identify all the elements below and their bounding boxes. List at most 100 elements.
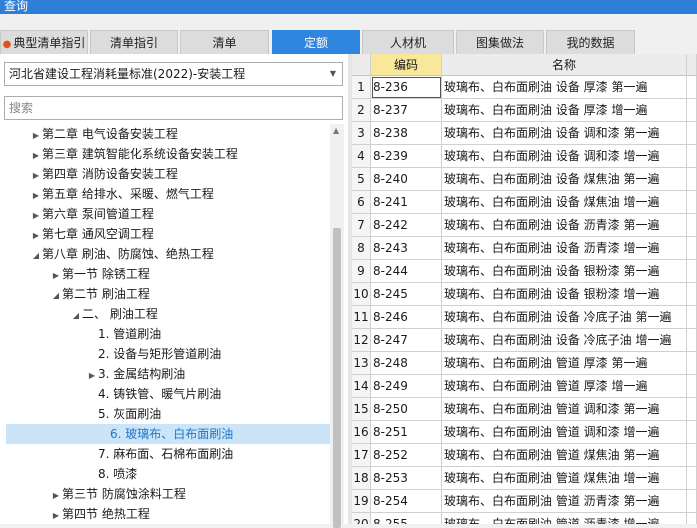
table-row[interactable]: 16 8-251 玻璃布、白布面刷油 管道 调和漆 增一遍 [352, 421, 697, 444]
tree-node[interactable]: ◢ 第八章 刷油、防腐蚀、绝热工程 [0, 244, 330, 264]
code-cell[interactable]: 8-238 [371, 122, 442, 145]
expand-arrow-icon[interactable]: ▶ [50, 506, 62, 524]
scroll-up-icon[interactable]: ▲ [333, 126, 339, 135]
collapse-arrow-icon[interactable]: ◢ [70, 306, 82, 326]
extra-cell[interactable] [687, 398, 697, 421]
extra-cell[interactable] [687, 260, 697, 283]
code-cell[interactable]: 8-236 [371, 76, 442, 99]
tree-node[interactable]: ▶ 第六章 泵间管道工程 [0, 204, 330, 224]
table-row[interactable]: 6 8-241 玻璃布、白布面刷油 设备 煤焦油 增一遍 [352, 191, 697, 214]
expand-arrow-icon[interactable]: ▶ [30, 206, 42, 226]
table-row[interactable]: 20 8-255 玻璃布、白布面刷油 管道 沥青漆 增一遍 [352, 513, 697, 524]
table-row[interactable]: 4 8-239 玻璃布、白布面刷油 设备 调和漆 增一遍 [352, 145, 697, 168]
extra-cell[interactable] [687, 421, 697, 444]
extra-cell[interactable] [687, 76, 697, 99]
row-number-cell[interactable]: 10 [352, 283, 371, 306]
table-row[interactable]: 7 8-242 玻璃布、白布面刷油 设备 沥青漆 第一遍 [352, 214, 697, 237]
name-cell[interactable]: 玻璃布、白布面刷油 设备 煤焦油 第一遍 [442, 168, 687, 191]
code-cell[interactable]: 8-253 [371, 467, 442, 490]
tree-node[interactable]: ▶ 第三节 防腐蚀涂料工程 [0, 484, 330, 504]
table-row[interactable]: 17 8-252 玻璃布、白布面刷油 管道 煤焦油 第一遍 [352, 444, 697, 467]
tab-atlas-method[interactable]: 图集做法 [456, 30, 544, 54]
name-cell[interactable]: 玻璃布、白布面刷油 管道 调和漆 增一遍 [442, 421, 687, 444]
name-cell[interactable]: 玻璃布、白布面刷油 设备 沥青漆 第一遍 [442, 214, 687, 237]
code-cell[interactable]: 8-246 [371, 306, 442, 329]
table-row[interactable]: 14 8-249 玻璃布、白布面刷油 管道 厚漆 增一遍 [352, 375, 697, 398]
name-cell[interactable]: 玻璃布、白布面刷油 设备 厚漆 增一遍 [442, 99, 687, 122]
name-cell[interactable]: 玻璃布、白布面刷油 设备 银粉漆 第一遍 [442, 260, 687, 283]
extra-cell[interactable] [687, 444, 697, 467]
name-cell[interactable]: 玻璃布、白布面刷油 设备 银粉漆 增一遍 [442, 283, 687, 306]
expand-arrow-icon[interactable]: ▶ [30, 146, 42, 166]
tree-node[interactable]: ▶ 第四章 消防设备安装工程 [0, 164, 330, 184]
table-row[interactable]: 9 8-244 玻璃布、白布面刷油 设备 银粉漆 第一遍 [352, 260, 697, 283]
extra-cell[interactable] [687, 237, 697, 260]
name-cell[interactable]: 玻璃布、白布面刷油 设备 调和漆 增一遍 [442, 145, 687, 168]
tab-typical-list-guide[interactable]: ● 典型清单指引 [0, 30, 88, 54]
row-number-cell[interactable]: 12 [352, 329, 371, 352]
name-cell[interactable]: 玻璃布、白布面刷油 设备 煤焦油 增一遍 [442, 191, 687, 214]
row-number-cell[interactable]: 2 [352, 99, 371, 122]
table-row[interactable]: 15 8-250 玻璃布、白布面刷油 管道 调和漆 第一遍 [352, 398, 697, 421]
row-number-cell[interactable]: 19 [352, 490, 371, 513]
name-cell[interactable]: 玻璃布、白布面刷油 设备 厚漆 第一遍 [442, 76, 687, 99]
name-cell[interactable]: 玻璃布、白布面刷油 管道 煤焦油 增一遍 [442, 467, 687, 490]
column-header-name[interactable]: 名称 [442, 54, 687, 76]
row-number-cell[interactable]: 18 [352, 467, 371, 490]
name-cell[interactable]: 玻璃布、白布面刷油 管道 沥青漆 增一遍 [442, 513, 687, 524]
code-cell[interactable]: 8-241 [371, 191, 442, 214]
extra-cell[interactable] [687, 467, 697, 490]
extra-cell[interactable] [687, 214, 697, 237]
code-cell[interactable]: 8-242 [371, 214, 442, 237]
row-number-cell[interactable]: 7 [352, 214, 371, 237]
code-cell[interactable]: 8-247 [371, 329, 442, 352]
code-cell[interactable]: 8-249 [371, 375, 442, 398]
tab-list[interactable]: 清单 [180, 30, 269, 54]
table-row[interactable]: 18 8-253 玻璃布、白布面刷油 管道 煤焦油 增一遍 [352, 467, 697, 490]
search-input[interactable]: 搜索 [4, 96, 343, 120]
name-cell[interactable]: 玻璃布、白布面刷油 设备 冷底子油 增一遍 [442, 329, 687, 352]
tree-node[interactable]: 7. 麻布面、石棉布面刷油 [0, 444, 330, 464]
tree-node[interactable]: 8. 喷漆 [0, 464, 330, 484]
row-number-cell[interactable]: 13 [352, 352, 371, 375]
tree-scrollbar[interactable]: ▲ [330, 124, 344, 528]
row-number-cell[interactable]: 20 [352, 513, 371, 524]
scrollbar-thumb[interactable] [333, 228, 341, 528]
expand-arrow-icon[interactable]: ▶ [30, 166, 42, 186]
column-header-code[interactable]: 编码 [371, 54, 442, 76]
tree-node[interactable]: ▶ 第五章 给排水、采暖、燃气工程 [0, 184, 330, 204]
expand-arrow-icon[interactable]: ▶ [50, 486, 62, 506]
extra-cell[interactable] [687, 191, 697, 214]
extra-cell[interactable] [687, 513, 697, 524]
tab-list-guide[interactable]: 清单指引 [90, 30, 178, 54]
name-cell[interactable]: 玻璃布、白布面刷油 管道 厚漆 增一遍 [442, 375, 687, 398]
code-cell[interactable]: 8-243 [371, 237, 442, 260]
expand-arrow-icon[interactable]: ▶ [30, 226, 42, 246]
tree-node[interactable]: ▶ 第三章 建筑智能化系统设备安装工程 [0, 144, 330, 164]
table-row[interactable]: 13 8-248 玻璃布、白布面刷油 管道 厚漆 第一遍 [352, 352, 697, 375]
table-row[interactable]: 19 8-254 玻璃布、白布面刷油 管道 沥青漆 第一遍 [352, 490, 697, 513]
row-number-cell[interactable]: 16 [352, 421, 371, 444]
row-number-cell[interactable]: 14 [352, 375, 371, 398]
table-row[interactable]: 5 8-240 玻璃布、白布面刷油 设备 煤焦油 第一遍 [352, 168, 697, 191]
code-cell[interactable]: 8-239 [371, 145, 442, 168]
name-cell[interactable]: 玻璃布、白布面刷油 设备 调和漆 第一遍 [442, 122, 687, 145]
code-cell[interactable]: 8-245 [371, 283, 442, 306]
tree-node[interactable]: ▶ 第四节 绝热工程 [0, 504, 330, 524]
tree-node[interactable]: ◢ 第二节 刷油工程 [0, 284, 330, 304]
code-cell[interactable]: 8-240 [371, 168, 442, 191]
extra-cell[interactable] [687, 145, 697, 168]
name-cell[interactable]: 玻璃布、白布面刷油 管道 调和漆 第一遍 [442, 398, 687, 421]
table-row[interactable]: 10 8-245 玻璃布、白布面刷油 设备 银粉漆 增一遍 [352, 283, 697, 306]
expand-arrow-icon[interactable]: ▶ [86, 366, 98, 386]
tree-node[interactable]: ▶ 3. 金属结构刷油 [0, 364, 330, 384]
extra-cell[interactable] [687, 283, 697, 306]
name-cell[interactable]: 玻璃布、白布面刷油 设备 沥青漆 增一遍 [442, 237, 687, 260]
table-row[interactable]: 8 8-243 玻璃布、白布面刷油 设备 沥青漆 增一遍 [352, 237, 697, 260]
code-cell[interactable]: 8-250 [371, 398, 442, 421]
extra-cell[interactable] [687, 329, 697, 352]
code-cell[interactable]: 8-254 [371, 490, 442, 513]
name-cell[interactable]: 玻璃布、白布面刷油 管道 沥青漆 第一遍 [442, 490, 687, 513]
expand-arrow-icon[interactable]: ▶ [30, 126, 42, 146]
row-number-cell[interactable]: 6 [352, 191, 371, 214]
